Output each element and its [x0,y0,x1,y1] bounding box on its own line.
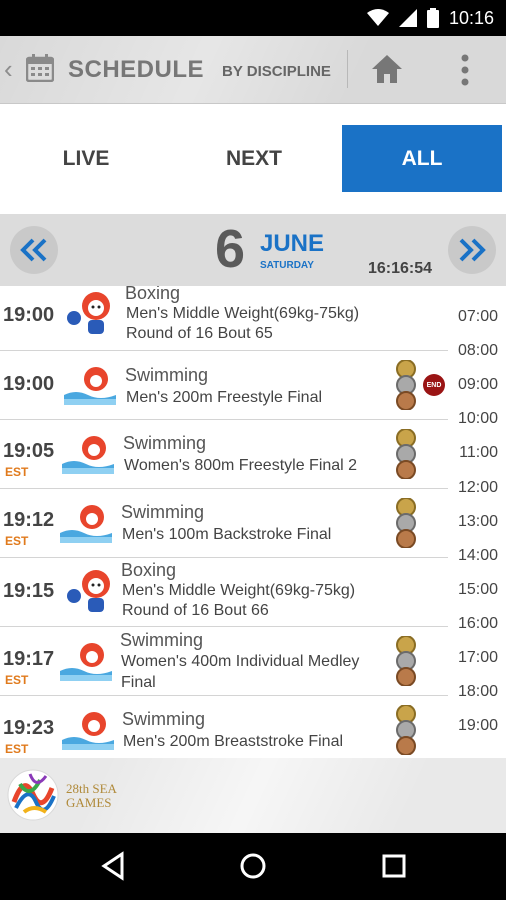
by-discipline-button[interactable]: BY DISCIPLINE [222,63,331,80]
event-sport: Swimming [125,365,209,385]
timeline-label: 10:00 [457,410,498,427]
games-label: GAMES [66,795,112,810]
event-list: 19:00 Boxing Men's Middle Weight(69kg-75… [0,286,506,758]
swimming-mascot-icon [62,436,114,474]
timeline-label: 09:00 [457,376,498,393]
est-label: EST [5,534,29,548]
system-nav-bar [0,833,506,900]
medals-icon [396,360,416,410]
est-label: EST [5,465,29,479]
status-bar: 10:16 [0,0,506,36]
timeline-label: 18:00 [457,683,498,700]
medals-icon [396,636,416,686]
timeline-label: 17:00 [457,649,498,666]
event-sport: Boxing [121,560,177,580]
tab-live[interactable]: LIVE [6,125,166,192]
date-day: 6 [215,219,246,279]
swimming-mascot-icon [60,505,112,543]
event-name-line2: Final [121,674,156,691]
event-row[interactable]: 19:23 EST Swimming Men's 200m Breaststro… [0,696,448,758]
signal-icon [398,9,417,27]
event-name: Men's Middle Weight(69kg-75kg) [122,582,356,599]
timeline-label: 16:00 [457,615,498,632]
tab-next[interactable]: NEXT [174,125,334,192]
timeline-label: 14:00 [457,547,498,564]
event-row[interactable]: 19:00 Swimming Men's 200m Freestyle Fina… [0,351,448,420]
boxing-mascot-icon [67,292,110,334]
sea-games-logo [7,769,59,821]
calendar-icon [26,54,54,82]
est-label: EST [5,673,29,687]
event-sport: Boxing [125,286,181,303]
tab-all[interactable]: ALL [342,125,502,192]
event-name: Women's 800m Freestyle Final 2 [124,457,358,474]
event-name: Men's 200m Freestyle Final [126,389,323,406]
event-time: 19:05 [3,440,55,462]
est-label: EST [5,742,29,756]
event-time: 19:23 [3,717,55,739]
event-name-line2: Round of 16 Bout 66 [122,602,269,619]
home-icon[interactable] [371,54,403,84]
more-vert-icon[interactable] [458,54,472,86]
date-weekday: SATURDAY [260,260,314,271]
event-sport: Swimming [123,433,207,453]
date-month: JUNE [260,230,325,257]
event-sport: Swimming [122,709,206,729]
medals-icon [396,429,416,479]
timeline-label: 11:00 [459,444,498,461]
medals-icon [396,705,416,755]
event-time: 19:00 [3,373,55,395]
event-row[interactable]: 19:15 Boxing Men's Middle Weight(69kg-75… [0,558,448,627]
timeline-label: 08:00 [457,342,498,359]
back-triangle-icon[interactable] [98,851,128,881]
swimming-mascot-icon [62,712,114,750]
timeline: 07:00 08:00 09:00 10:00 11:00 12:00 13:0… [448,286,506,758]
event-name-line2: Round of 16 Bout 65 [126,325,273,342]
boxing-mascot-icon [67,570,110,612]
wifi-icon [366,9,389,26]
recents-square-icon[interactable] [379,851,409,881]
timeline-label: 07:00 [457,308,498,325]
event-row[interactable]: 19:12 EST Swimming Men's 100m Backstroke… [0,489,448,558]
date-header: 6 JUNE SATURDAY 16:16:54 [0,214,506,286]
swimming-mascot-icon [64,367,116,405]
current-clock: 16:16:54 [368,260,433,277]
event-name: Women's 400m Individual Medley [121,653,360,670]
sea-games-wordmark: 28th SEA GAMES [66,782,117,810]
footer: 28th SEA GAMES [0,758,506,833]
event-name: Men's 200m Breaststroke Final [123,733,344,750]
timeline-label: 13:00 [457,513,498,530]
medals-icon [396,498,416,548]
timeline-label: 15:00 [457,581,498,598]
app-bar: ‹ SCHEDULE BY DISCIPLINE [0,36,506,104]
divider [347,50,348,88]
page-title: SCHEDULE [68,56,205,83]
event-row[interactable]: 19:17 EST Swimming Women's 400m Individu… [0,627,448,696]
event-row[interactable]: 19:05 EST Swimming Women's 800m Freestyl… [0,420,448,489]
event-sport: Swimming [121,502,205,522]
event-time: 19:15 [3,580,55,602]
event-time: 19:17 [3,648,55,670]
event-time: 19:00 [3,304,55,326]
battery-icon [426,8,439,28]
end-badge: END [423,374,445,396]
event-name: Men's 100m Backstroke Final [122,526,332,543]
filter-tabs: LIVE NEXT ALL [0,104,506,214]
back-chevron-icon[interactable]: ‹ [4,54,13,85]
timeline-label: 12:00 [457,479,498,496]
timeline-label: 19:00 [457,717,498,734]
status-time: 10:16 [448,7,494,28]
event-sport: Swimming [120,630,204,650]
swimming-mascot-icon [60,643,112,681]
event-row[interactable]: 19:00 Boxing Men's Middle Weight(69kg-75… [0,286,448,351]
double-chevron-left-icon [20,238,47,262]
home-circle-icon[interactable] [238,851,268,881]
edition-label: 28th SEA [66,781,117,796]
event-time: 19:12 [3,509,55,531]
previous-day-button[interactable] [10,226,58,274]
double-chevron-right-icon [459,238,486,262]
next-day-button[interactable] [448,226,496,274]
event-name: Men's Middle Weight(69kg-75kg) [126,305,360,322]
